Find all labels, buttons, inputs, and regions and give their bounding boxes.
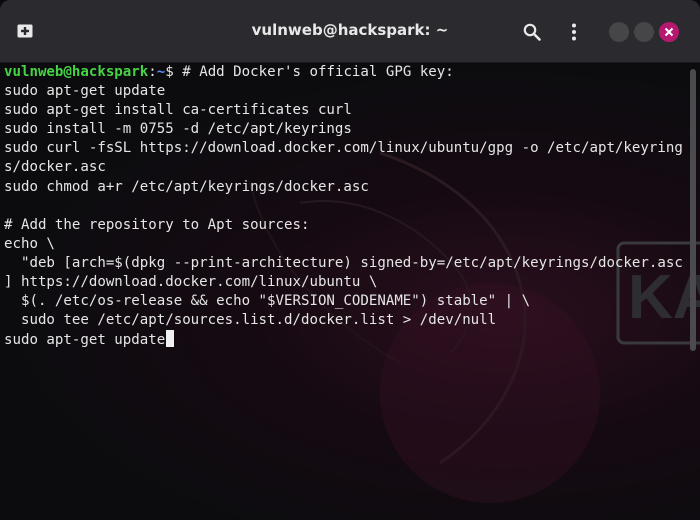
output-line: sudo install -m 0755 -d /etc/apt/keyring… <box>4 121 352 138</box>
prompt-separator: : <box>148 64 157 80</box>
terminal-window: vulnweb@hackspark: ~ KA vulnweb@hackspar… <box>0 0 700 520</box>
window-title: vulnweb@hackspark: ~ <box>251 21 449 39</box>
scrollbar[interactable] <box>690 69 696 351</box>
close-button[interactable] <box>659 22 679 42</box>
terminal-output: vulnweb@hackspark:~$ # Add Docker's offi… <box>4 63 683 350</box>
menu-button[interactable] <box>562 20 586 44</box>
minimize-button[interactable] <box>609 22 629 42</box>
search-icon <box>523 23 541 41</box>
kebab-menu-icon <box>572 23 576 41</box>
output-line: "deb [arch=$(dpkg --print-architecture) … <box>4 254 683 271</box>
output-line: sudo apt-get install ca-certificates cur… <box>4 102 352 119</box>
output-line: ] https://download.docker.com/linux/ubun… <box>4 274 378 291</box>
output-line: $(. /etc/os-release && echo "$VERSION_CO… <box>4 293 531 310</box>
text-cursor <box>166 330 175 348</box>
prompt-user: vulnweb@hackspark <box>4 64 149 80</box>
output-line: sudo apt-get update <box>4 83 166 100</box>
maximize-button[interactable] <box>634 22 654 42</box>
output-line: s/docker.asc <box>4 159 106 176</box>
prompt-symbol: $ <box>165 64 183 80</box>
output-line: sudo chmod a+r /etc/apt/keyrings/docker.… <box>4 178 369 195</box>
output-line: sudo tee /etc/apt/sources.list.d/docker.… <box>4 312 497 329</box>
command-line: # Add Docker's official GPG key: <box>182 64 454 80</box>
terminal-area[interactable]: KA vulnweb@hackspark:~$ # Add Docker's o… <box>0 63 700 520</box>
prompt-path: ~ <box>156 64 166 80</box>
output-line: sudo curl -fsSL https://download.docker.… <box>4 140 683 157</box>
close-icon <box>664 27 674 37</box>
output-line: echo \ <box>4 235 55 252</box>
current-input[interactable]: sudo apt-get update <box>4 332 165 348</box>
search-button[interactable] <box>520 20 544 44</box>
output-line: # Add the repository to Apt sources: <box>4 216 310 233</box>
title-bar: vulnweb@hackspark: ~ <box>0 0 700 63</box>
